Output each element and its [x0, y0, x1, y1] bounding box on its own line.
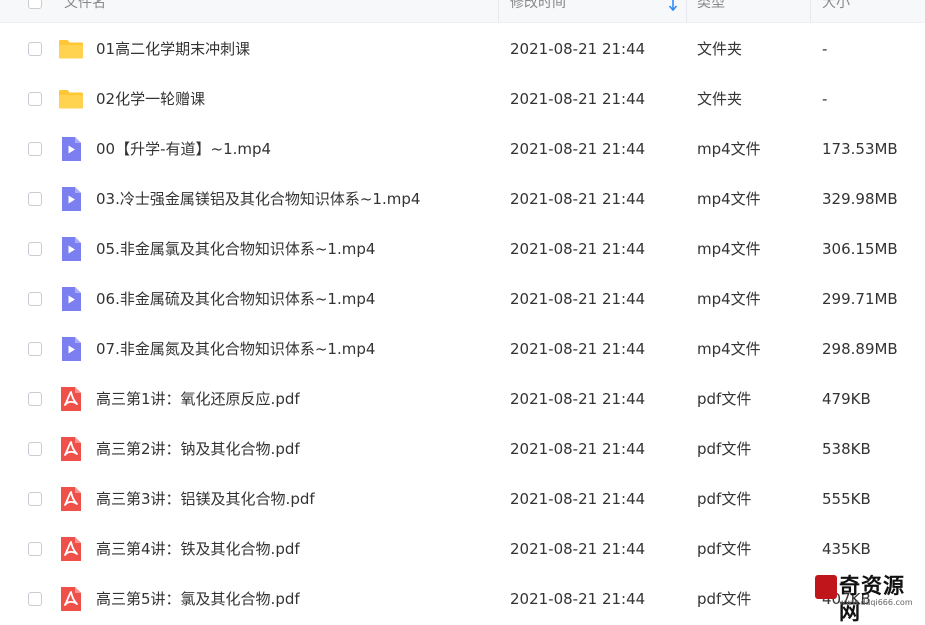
file-modified-date: 2021-08-21 21:44: [510, 390, 646, 408]
row-checkbox[interactable]: [28, 592, 42, 606]
file-size: 435KB: [822, 540, 871, 558]
video-file-icon: [58, 236, 84, 262]
video-file-icon: [58, 286, 84, 312]
file-list-header: 文件名 修改时间 类型 大小: [0, 0, 925, 23]
column-separator: [810, 0, 811, 22]
file-name[interactable]: 07.非金属氮及其化合物知识体系~1.mp4: [96, 324, 375, 374]
video-file-icon: [58, 136, 84, 162]
file-name[interactable]: 高三第4讲：铁及其化合物.pdf: [96, 524, 300, 574]
file-row[interactable]: 06.非金属硫及其化合物知识体系~1.mp4 2021-08-21 21:44 mp…: [0, 274, 925, 324]
column-header-size[interactable]: 大小: [822, 0, 850, 14]
video-file-icon: [58, 186, 84, 212]
video-file-icon: [58, 336, 84, 362]
file-row[interactable]: 高三第2讲：钠及其化合物.pdf 2021-08-21 21:44 pdf文件 538…: [0, 424, 925, 474]
file-name[interactable]: 高三第3讲：铝镁及其化合物.pdf: [96, 474, 315, 524]
file-type: mp4文件: [697, 340, 761, 358]
file-type: pdf文件: [697, 590, 752, 608]
pdf-file-icon: [58, 486, 84, 512]
file-name[interactable]: 高三第5讲：氯及其化合物.pdf: [96, 574, 300, 624]
column-header-name[interactable]: 文件名: [64, 0, 106, 14]
row-checkbox[interactable]: [28, 92, 42, 106]
row-checkbox[interactable]: [28, 342, 42, 356]
file-modified-date: 2021-08-21 21:44: [510, 490, 646, 508]
pdf-file-icon: [58, 386, 84, 412]
file-modified-date: 2021-08-21 21:44: [510, 540, 646, 558]
file-size: -: [822, 40, 828, 58]
column-header-date[interactable]: 修改时间: [510, 0, 566, 14]
sort-descending-icon[interactable]: [668, 0, 678, 12]
watermark: 奇资源网 www.daqi666.com: [815, 573, 920, 624]
watermark-url: www.daqi666.com: [839, 598, 913, 607]
select-all-checkbox[interactable]: [28, 0, 42, 9]
file-type: mp4文件: [697, 190, 761, 208]
file-size: 329.98MB: [822, 190, 898, 208]
file-type: 文件夹: [697, 90, 743, 108]
file-row[interactable]: 01高二化学期末冲刺课 2021-08-21 21:44 文件夹 -: [0, 24, 925, 74]
row-checkbox[interactable]: [28, 492, 42, 506]
file-modified-date: 2021-08-21 21:44: [510, 590, 646, 608]
pdf-file-icon: [58, 436, 84, 462]
file-size: 479KB: [822, 390, 871, 408]
folder-icon: [58, 36, 84, 62]
file-row[interactable]: 02化学一轮赠课 2021-08-21 21:44 文件夹 -: [0, 74, 925, 124]
file-name[interactable]: 02化学一轮赠课: [96, 74, 205, 124]
file-row[interactable]: 07.非金属氮及其化合物知识体系~1.mp4 2021-08-21 21:44 mp…: [0, 324, 925, 374]
file-type: mp4文件: [697, 290, 761, 308]
file-name[interactable]: 05.非金属氯及其化合物知识体系~1.mp4: [96, 224, 375, 274]
file-size: -: [822, 90, 828, 108]
row-checkbox[interactable]: [28, 292, 42, 306]
file-row[interactable]: 高三第1讲：氧化还原反应.pdf 2021-08-21 21:44 pdf文件 479…: [0, 374, 925, 424]
column-separator: [686, 0, 687, 22]
column-header-type[interactable]: 类型: [697, 0, 725, 14]
column-separator: [498, 0, 499, 22]
file-type: pdf文件: [697, 540, 752, 558]
file-name[interactable]: 高三第2讲：钠及其化合物.pdf: [96, 424, 300, 474]
file-row[interactable]: 高三第4讲：铁及其化合物.pdf 2021-08-21 21:44 pdf文件 435…: [0, 524, 925, 574]
file-size: 299.71MB: [822, 290, 898, 308]
pdf-file-icon: [58, 586, 84, 612]
file-row[interactable]: 高三第5讲：氯及其化合物.pdf 2021-08-21 21:44 pdf文件 407…: [0, 574, 925, 624]
watermark-logo: [815, 575, 837, 599]
file-modified-date: 2021-08-21 21:44: [510, 440, 646, 458]
file-size: 173.53MB: [822, 140, 898, 158]
row-checkbox[interactable]: [28, 392, 42, 406]
file-name[interactable]: 03.冷士强金属镁铝及其化合物知识体系~1.mp4: [96, 174, 420, 224]
file-size: 306.15MB: [822, 240, 898, 258]
row-checkbox[interactable]: [28, 542, 42, 556]
file-modified-date: 2021-08-21 21:44: [510, 90, 646, 108]
file-type: pdf文件: [697, 490, 752, 508]
row-checkbox[interactable]: [28, 42, 42, 56]
row-checkbox[interactable]: [28, 242, 42, 256]
file-type: pdf文件: [697, 390, 752, 408]
file-type: 文件夹: [697, 40, 743, 58]
file-name[interactable]: 00【升学-有道】~1.mp4: [96, 124, 271, 174]
file-row[interactable]: 05.非金属氯及其化合物知识体系~1.mp4 2021-08-21 21:44 mp…: [0, 224, 925, 274]
file-modified-date: 2021-08-21 21:44: [510, 290, 646, 308]
file-row[interactable]: 03.冷士强金属镁铝及其化合物知识体系~1.mp4 2021-08-21 21:4…: [0, 174, 925, 224]
file-modified-date: 2021-08-21 21:44: [510, 40, 646, 58]
file-name[interactable]: 06.非金属硫及其化合物知识体系~1.mp4: [96, 274, 375, 324]
file-modified-date: 2021-08-21 21:44: [510, 340, 646, 358]
file-type: mp4文件: [697, 240, 761, 258]
file-modified-date: 2021-08-21 21:44: [510, 190, 646, 208]
file-row[interactable]: 高三第3讲：铝镁及其化合物.pdf 2021-08-21 21:44 pdf文件 55…: [0, 474, 925, 524]
folder-icon: [58, 86, 84, 112]
file-type: pdf文件: [697, 440, 752, 458]
row-checkbox[interactable]: [28, 142, 42, 156]
file-size: 555KB: [822, 490, 871, 508]
file-modified-date: 2021-08-21 21:44: [510, 140, 646, 158]
file-row[interactable]: 00【升学-有道】~1.mp4 2021-08-21 21:44 mp4文件 173.…: [0, 124, 925, 174]
file-size: 298.89MB: [822, 340, 898, 358]
row-checkbox[interactable]: [28, 192, 42, 206]
file-name[interactable]: 01高二化学期末冲刺课: [96, 24, 250, 74]
row-checkbox[interactable]: [28, 442, 42, 456]
file-type: mp4文件: [697, 140, 761, 158]
file-name[interactable]: 高三第1讲：氧化还原反应.pdf: [96, 374, 300, 424]
file-modified-date: 2021-08-21 21:44: [510, 240, 646, 258]
file-size: 538KB: [822, 440, 871, 458]
pdf-file-icon: [58, 536, 84, 562]
